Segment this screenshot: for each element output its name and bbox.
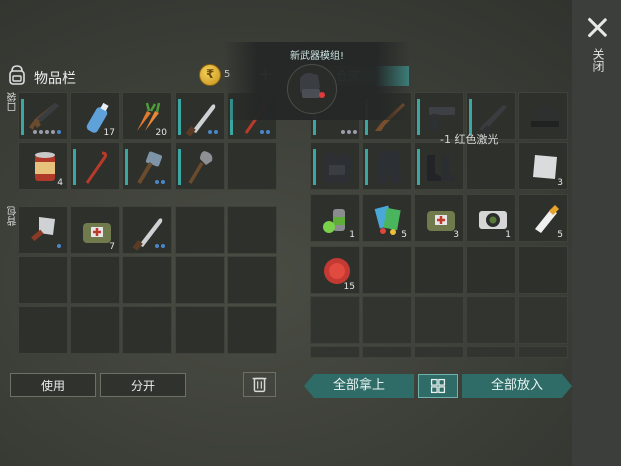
backpack-slot-empty[interactable] (70, 306, 120, 354)
rarity-dots (341, 130, 357, 134)
inventory-title: 物品栏 (34, 71, 76, 87)
pocket-slot[interactable] (175, 142, 225, 190)
storage-slot[interactable] (362, 142, 412, 190)
storage-slot-empty[interactable] (362, 296, 412, 344)
storage-slot[interactable] (518, 92, 568, 140)
storage-slot-empty[interactable] (362, 246, 412, 294)
backpack-icon (9, 65, 25, 85)
backpack-slot-empty[interactable] (122, 256, 172, 304)
rarity-dots (33, 130, 61, 134)
pocket-slot[interactable] (70, 142, 120, 190)
laser-sight-icon (300, 73, 325, 98)
popup-title: 新武器模组! (289, 51, 344, 62)
close-label[interactable]: 关闭 (589, 48, 605, 72)
backpack-slot-empty[interactable] (18, 306, 68, 354)
pocket-slot[interactable]: 4 (18, 142, 68, 190)
backpack-slot[interactable] (18, 206, 68, 254)
backpack-slot-empty[interactable] (175, 256, 225, 304)
pocket-slot[interactable]: 17 (70, 92, 120, 140)
rarity-dots (208, 130, 218, 134)
item-count: 1 (349, 230, 355, 240)
storage-slot-empty[interactable] (518, 246, 568, 294)
backpack-slot-empty[interactable] (227, 256, 277, 304)
pocket-slot[interactable] (122, 142, 172, 190)
backpack-slot-empty[interactable] (18, 256, 68, 304)
storage-slot-empty[interactable] (414, 246, 464, 294)
item-count: 5 (401, 230, 407, 240)
split-button[interactable]: 分开 (100, 373, 186, 397)
coin-icon: ₹ (199, 64, 221, 86)
storage-slot-empty[interactable] (518, 346, 568, 358)
item-tooltip: -1 红色激光 (440, 133, 499, 146)
pants-icon (377, 151, 401, 183)
storage-slot[interactable]: 3 (518, 142, 568, 190)
backpack-slot-empty[interactable] (175, 206, 225, 254)
storage-slot-empty[interactable] (466, 296, 516, 344)
pocket-slot[interactable] (18, 92, 68, 140)
storage-slot[interactable]: 3 (414, 194, 464, 242)
storage-slot[interactable]: 15 (310, 246, 360, 294)
pocket-slot[interactable] (175, 92, 225, 140)
rarity-dots (155, 180, 165, 184)
shovel-icon (188, 151, 213, 184)
pocket-slot[interactable]: 20 (122, 92, 172, 140)
storage-slot-empty[interactable] (310, 346, 360, 358)
storage-slot[interactable]: 5 (362, 194, 412, 242)
boots-icon (427, 155, 455, 181)
storage-slot[interactable] (414, 142, 464, 190)
storage-slot[interactable] (310, 142, 360, 190)
trash-icon (252, 377, 267, 393)
backpack-slot-empty[interactable] (227, 306, 277, 354)
put-all-button[interactable]: 全部放入 (462, 374, 572, 398)
backpack-slot-empty[interactable] (227, 206, 277, 254)
backpack-slot[interactable] (122, 206, 172, 254)
item-count: 7 (109, 242, 115, 252)
storage-slot[interactable]: 5 (518, 194, 568, 242)
storage-slot[interactable]: 1 (466, 194, 516, 242)
take-all-button[interactable]: 全部拿上 (304, 374, 414, 398)
sort-button[interactable] (418, 374, 458, 398)
item-count: 3 (557, 178, 563, 188)
item-count: 1 (505, 230, 511, 240)
item-count: 15 (343, 282, 355, 292)
item-count: 17 (103, 128, 115, 138)
backpack-slot[interactable]: 7 (70, 206, 120, 254)
backpack-slot-empty[interactable] (175, 306, 225, 354)
backpack-slot-empty[interactable] (122, 306, 172, 354)
storage-slot-empty[interactable] (466, 346, 516, 358)
storage-slot-empty[interactable] (362, 346, 412, 358)
backpack-slot-empty[interactable] (70, 256, 120, 304)
sort-grid-icon (430, 378, 446, 394)
storage-slot-empty[interactable] (414, 346, 464, 358)
storage-slot[interactable]: 1 (310, 194, 360, 242)
new-mod-popup: 新武器模组! (224, 42, 410, 120)
storage-slot-empty[interactable] (414, 296, 464, 344)
rarity-dots (260, 130, 270, 134)
item-count: 20 (155, 128, 167, 138)
storage-slot-empty[interactable] (310, 296, 360, 344)
use-button[interactable]: 使用 (10, 373, 96, 397)
close-icon[interactable] (586, 16, 608, 38)
tactical-vest-icon (323, 153, 351, 183)
storage-slot-empty[interactable] (518, 296, 568, 344)
helmet-icon (531, 105, 559, 127)
storage-slot-empty[interactable] (466, 142, 516, 190)
trash-button[interactable] (243, 372, 276, 397)
popup-ring (287, 64, 337, 114)
item-count: 4 (57, 178, 63, 188)
storage-slot-empty[interactable] (466, 246, 516, 294)
pocket-slot-empty[interactable] (227, 142, 277, 190)
rarity-dots (57, 244, 61, 248)
item-count: 5 (557, 230, 563, 240)
crowbar-icon (85, 151, 108, 184)
rarity-dots (155, 244, 165, 248)
item-count: 3 (453, 230, 459, 240)
